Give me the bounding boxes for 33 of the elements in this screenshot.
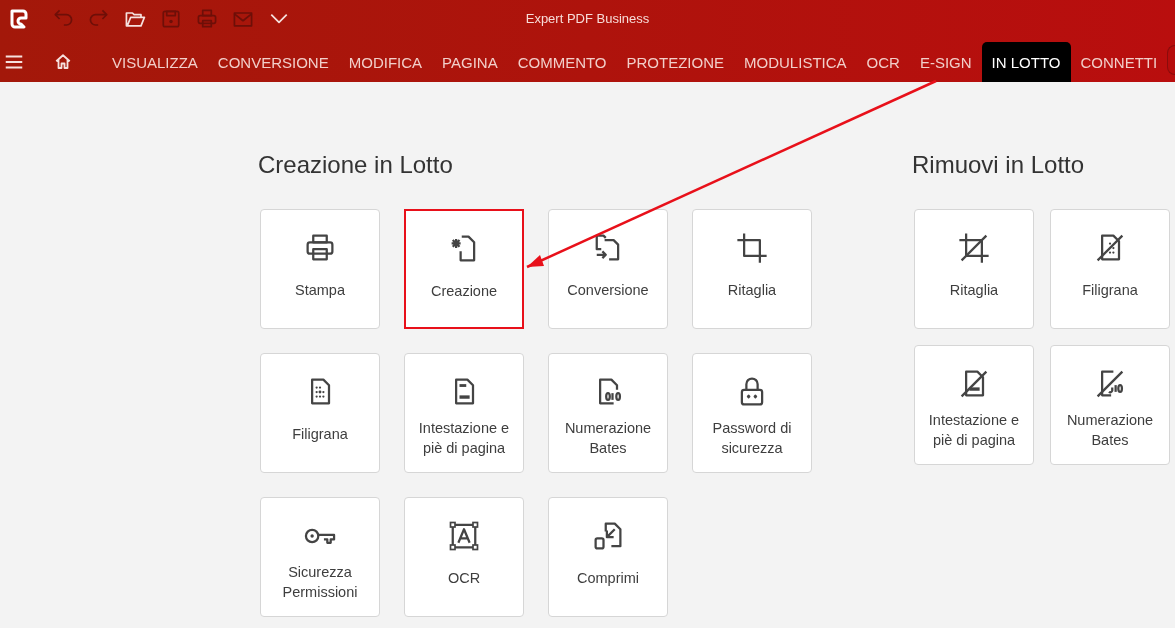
batch-tile[interactable]: Intestazione e piè di pagina <box>914 345 1034 465</box>
ribbon-tab[interactable]: MODIFICA <box>338 42 433 82</box>
batch-tile[interactable]: Numerazione Bates <box>548 353 668 473</box>
crop-off-icon <box>956 230 992 266</box>
batch-tile[interactable]: Numerazione Bates <box>1050 345 1170 465</box>
batch-tile[interactable]: Stampa <box>260 209 380 329</box>
batch-tile[interactable]: Sicurezza Permissioni <box>260 497 380 617</box>
window-title: Expert PDF Business <box>525 11 650 26</box>
section-title: Rimuovi in Lotto <box>912 151 1086 179</box>
ribbon-tab[interactable]: COMMENTO <box>507 42 617 82</box>
ribbon-tab[interactable]: PROTEZIONE <box>616 42 735 82</box>
batch-tile[interactable]: Ritaglia <box>692 209 812 329</box>
ribbon-tab[interactable]: IN LOTTO <box>981 42 1071 82</box>
app-logo <box>8 7 30 30</box>
ribbon-tab[interactable]: PAGINA <box>432 42 508 82</box>
batch-tile[interactable]: Filigrana <box>1050 209 1170 329</box>
search-field[interactable] <box>1167 44 1175 75</box>
batch-tile[interactable]: OCR <box>404 497 524 617</box>
batch-tile[interactable]: Filigrana <box>260 353 380 473</box>
batch-tile[interactable]: Ritaglia <box>914 209 1034 329</box>
ribbon-tab[interactable]: OCR <box>856 42 910 82</box>
batch-tile[interactable]: Creazione <box>404 209 524 329</box>
ribbon-tab[interactable]: CONNETTI <box>1070 42 1168 82</box>
batch-tile[interactable]: Comprimi <box>548 497 668 617</box>
ribbon-tab[interactable]: E-SIGN <box>909 42 982 82</box>
batch-tile[interactable]: Password di sicurezza <box>692 353 812 473</box>
ribbon-tab[interactable]: MODULISTICA <box>734 42 857 82</box>
batch-tile[interactable]: Conversione <box>548 209 668 329</box>
batch-tile[interactable]: Intestazione e piè di pagina <box>404 353 524 473</box>
ribbon-tab[interactable]: CONVERSIONE <box>207 42 339 82</box>
crop-icon <box>734 230 770 266</box>
ribbon-tab[interactable]: VISUALIZZA <box>102 42 208 82</box>
section-title: Creazione in Lotto <box>258 151 454 179</box>
